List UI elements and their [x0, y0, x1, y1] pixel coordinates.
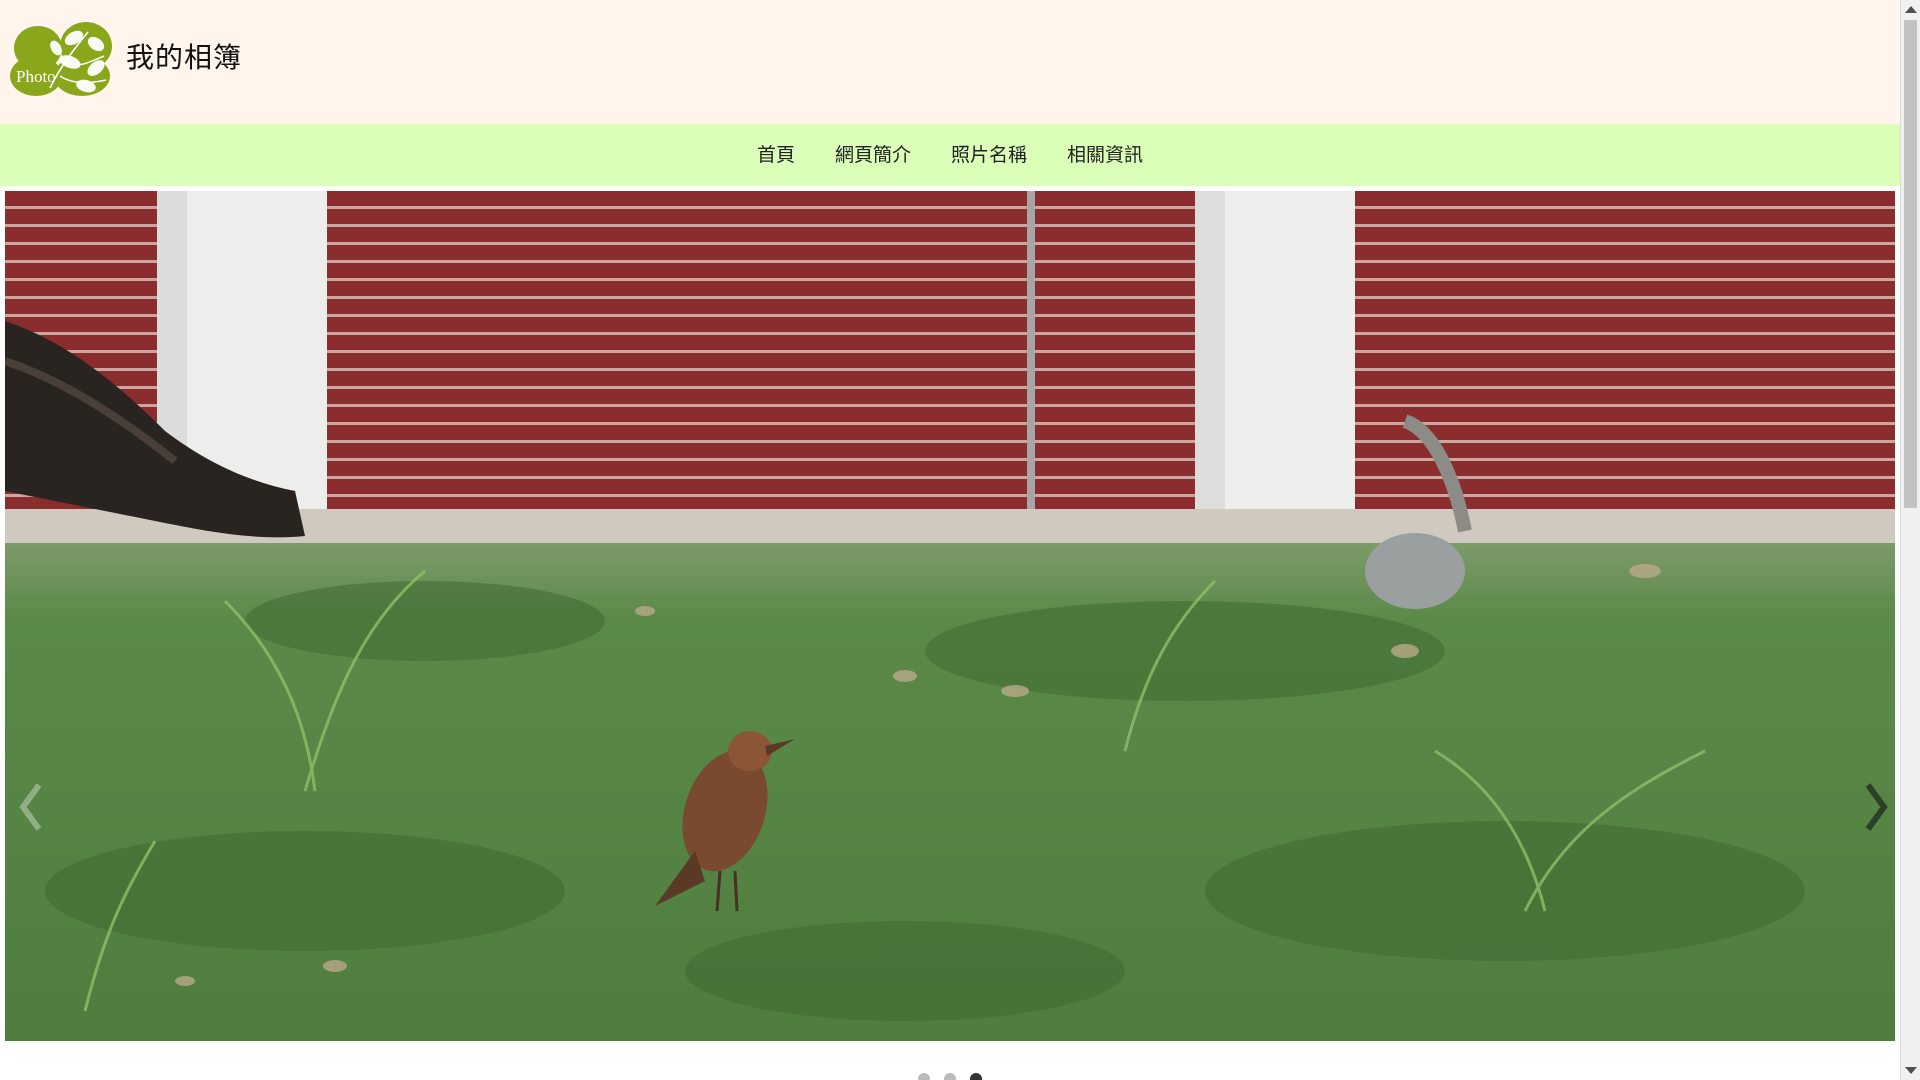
slide-photo	[5, 191, 1895, 1041]
logo-icon[interactable]: Photo	[8, 18, 118, 98]
chevron-left-icon[interactable]	[13, 779, 49, 835]
nav-item-related-info[interactable]: 相關資訊	[1047, 124, 1163, 186]
page: Photo 我的相簿 首頁 網頁簡介 照片名稱 相關資訊	[0, 0, 1900, 1080]
nav-item-intro[interactable]: 網頁簡介	[815, 124, 931, 186]
main-nav: 首頁 網頁簡介 照片名稱 相關資訊	[0, 124, 1900, 186]
scroll-up-icon[interactable]	[1905, 6, 1917, 13]
carousel-indicator[interactable]	[918, 1073, 930, 1080]
carousel-indicator[interactable]	[944, 1073, 956, 1080]
site-title[interactable]: 我的相簿	[126, 38, 242, 78]
scroll-thumb[interactable]	[1904, 20, 1917, 508]
scroll-down-icon[interactable]	[1905, 1067, 1917, 1074]
logo-text: Photo	[16, 67, 56, 86]
chevron-right-icon[interactable]	[1858, 779, 1894, 835]
nav-item-photo-names[interactable]: 照片名稱	[931, 124, 1047, 186]
site-header: Photo 我的相簿	[0, 0, 1900, 124]
vertical-scrollbar[interactable]	[1900, 0, 1920, 1080]
carousel-indicators	[0, 1073, 1900, 1080]
carousel-indicator-active[interactable]	[970, 1073, 982, 1080]
photo-carousel	[5, 191, 1895, 1041]
nav-item-home[interactable]: 首頁	[737, 124, 815, 186]
